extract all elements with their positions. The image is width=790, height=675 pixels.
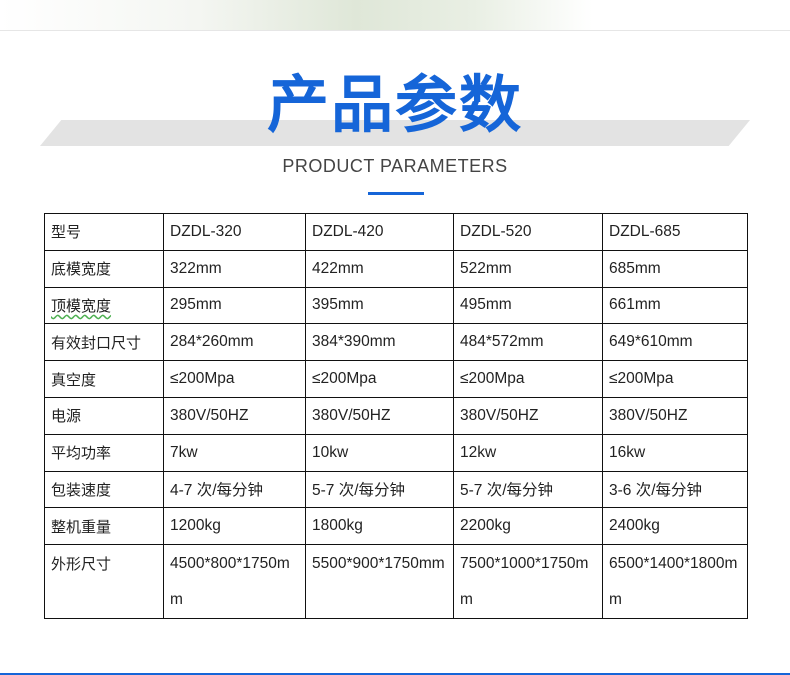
table-row: 底模宽度 322mm 422mm 522mm 685mm (44, 249, 748, 288)
table-cell: 4-7 次/每分钟 (163, 470, 306, 509)
parameters-table: 型号 DZDL-320 DZDL-420 DZDL-520 DZDL-685 底… (44, 213, 748, 620)
table-cell: 522mm (453, 249, 603, 288)
table-row: 外形尺寸 4500*800*1750mm 5500*900*1750mm 750… (44, 544, 748, 620)
table-cell: 484*572mm (453, 323, 603, 362)
table-cell: 380V/50HZ (305, 396, 454, 435)
table-cell: 10kw (305, 433, 454, 472)
row-label-text: 顶模宽度 (51, 296, 112, 315)
table-cell: DZDL-420 (305, 213, 454, 251)
row-label: 底模宽度 (44, 249, 164, 288)
row-label: 包装速度 (44, 470, 164, 509)
row-label: 有效封口尺寸 (44, 323, 164, 362)
table-cell: 380V/50HZ (602, 396, 748, 435)
table-row: 型号 DZDL-320 DZDL-420 DZDL-520 DZDL-685 (44, 213, 748, 251)
table-cell: 6500*1400*1800mm (602, 544, 748, 620)
table-row: 电源 380V/50HZ 380V/50HZ 380V/50HZ 380V/50… (44, 396, 748, 435)
page-title: 产品参数 (266, 68, 523, 141)
table-cell: DZDL-685 (602, 213, 748, 251)
top-banner-image (0, 0, 790, 30)
table-cell: 661mm (602, 286, 748, 325)
table-cell: 2400kg (602, 507, 748, 546)
table-cell: 395mm (305, 286, 454, 325)
table-cell: 422mm (305, 249, 454, 288)
page-subtitle: PRODUCT PARAMETERS (282, 156, 508, 176)
table-cell: ≤200Mpa (163, 360, 306, 398)
table-cell: ≤200Mpa (305, 360, 454, 398)
table-cell: 295mm (163, 286, 306, 325)
table-cell: 7kw (163, 433, 306, 472)
table-cell: 322mm (163, 249, 306, 288)
table-cell: 16kw (602, 433, 748, 472)
table-row: 平均功率 7kw 10kw 12kw 16kw (44, 433, 748, 472)
table-cell: ≤200Mpa (602, 360, 748, 398)
row-label: 真空度 (44, 360, 164, 398)
table-row: 顶模宽度 295mm 395mm 495mm 661mm (44, 286, 748, 325)
table-cell: 5-7 次/每分钟 (453, 470, 603, 509)
row-label: 平均功率 (44, 433, 164, 472)
table-cell: ≤200Mpa (453, 360, 603, 398)
table-cell: 495mm (453, 286, 603, 325)
table-cell: 685mm (602, 249, 748, 288)
table-cell: 3-6 次/每分钟 (602, 470, 748, 509)
table-cell: 7500*1000*1750mm (453, 544, 603, 620)
table-cell: 380V/50HZ (163, 396, 306, 435)
row-label: 外形尺寸 (44, 544, 164, 620)
table-row: 整机重量 1200kg 1800kg 2200kg 2400kg (44, 507, 748, 546)
table-cell: 284*260mm (163, 323, 306, 362)
table-row: 有效封口尺寸 284*260mm 384*390mm 484*572mm 649… (44, 323, 748, 362)
table-cell: 5-7 次/每分钟 (305, 470, 454, 509)
row-label: 型号 (44, 213, 164, 251)
row-label: 整机重量 (44, 507, 164, 546)
title-underline (368, 192, 424, 195)
table-cell: 4500*800*1750mm (163, 544, 306, 620)
table-cell: 5500*900*1750mm (305, 544, 454, 620)
row-label: 顶模宽度 (44, 286, 164, 325)
table-cell: 384*390mm (305, 323, 454, 362)
table-cell: DZDL-320 (163, 213, 306, 251)
table-cell: 649*610mm (602, 323, 748, 362)
table-row: 真空度 ≤200Mpa ≤200Mpa ≤200Mpa ≤200Mpa (44, 360, 748, 398)
table-cell: 12kw (453, 433, 603, 472)
table-cell: 380V/50HZ (453, 396, 603, 435)
table-cell: 2200kg (453, 507, 603, 546)
table-cell: 1200kg (163, 507, 306, 546)
table-row: 包装速度 4-7 次/每分钟 5-7 次/每分钟 5-7 次/每分钟 3-6 次… (44, 470, 748, 509)
table-cell: DZDL-520 (453, 213, 603, 251)
top-divider (0, 30, 790, 31)
table-cell: 1800kg (305, 507, 454, 546)
row-label: 电源 (44, 396, 164, 435)
